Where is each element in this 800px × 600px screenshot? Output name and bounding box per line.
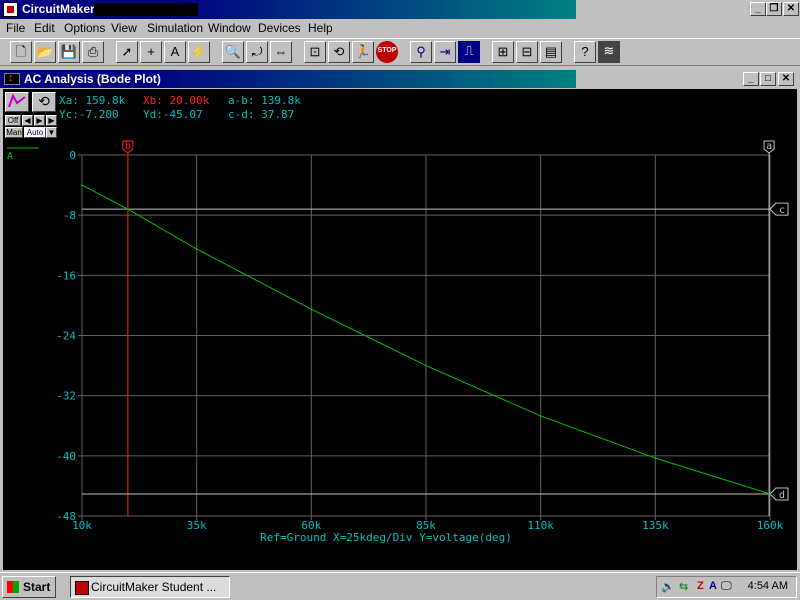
speaker-icon[interactable]: 🔊 <box>661 580 675 593</box>
x-tick-label: 160k <box>757 519 784 532</box>
logic-icon[interactable]: ▤ <box>540 41 562 63</box>
menu-edit[interactable]: Edit <box>34 21 55 35</box>
series-point <box>539 415 542 417</box>
settings-icon[interactable]: ≋ <box>598 41 620 63</box>
x-tick-label: 110k <box>527 519 554 532</box>
close-button[interactable]: ✕ <box>783 2 799 16</box>
menu-bar: File Edit Options View Simulation Window… <box>0 19 800 38</box>
stop-icon[interactable]: STOP <box>376 41 398 63</box>
legend-label-a: A <box>7 151 13 162</box>
menu-window[interactable]: Window <box>208 21 251 35</box>
y-tick-label: -32 <box>56 390 76 403</box>
child-minimize-button[interactable]: _ <box>743 72 759 86</box>
wire-icon[interactable]: + <box>140 41 162 63</box>
reset-icon[interactable]: ⟲ <box>328 41 350 63</box>
taskbar-item-circuitmaker[interactable]: CircuitMaker Student ... <box>70 576 230 598</box>
open-icon[interactable]: 📂 <box>34 41 56 63</box>
arrow-icon[interactable]: ➚ <box>116 41 138 63</box>
step-icon[interactable]: ⊡ <box>304 41 326 63</box>
circuitmaker-app-icon[interactable] <box>3 2 18 17</box>
series-point <box>127 208 129 210</box>
cursor-a-label: a <box>766 141 772 152</box>
start-button[interactable]: Start <box>2 576 56 598</box>
redacted-title-block <box>94 3 198 16</box>
app-titlebar[interactable]: CircuitMaker _ ❐ ✕ <box>0 0 800 19</box>
cursor-b-label: b <box>125 141 131 152</box>
zoom-icon[interactable]: 🔍 <box>222 41 244 63</box>
cursor-c-label: c <box>779 205 785 216</box>
x-axis-label: Ref=Ground X=25kdeg/Div Y=voltage(deg) <box>260 531 512 544</box>
series-point <box>769 493 771 495</box>
menu-help[interactable]: Help <box>308 21 333 35</box>
bode-chart[interactable]: 10k 35k 60k 85k 110k 135k 160k0-8-16-24-32-40-… <box>3 89 797 570</box>
mirror-icon[interactable]: ⇔ <box>270 41 292 63</box>
bode-plot-area[interactable]: ⟲ Off ◀ ▶ ▶ Man Auto ▼ Xa: 159.8k Xb: 20… <box>3 89 797 570</box>
app-title: CircuitMaker <box>22 2 95 16</box>
waveform-icon[interactable]: ⊞ <box>492 41 514 63</box>
print-icon[interactable]: ⎙ <box>82 41 104 63</box>
menu-view[interactable]: View <box>111 21 137 35</box>
menu-file[interactable]: File <box>6 21 25 35</box>
analog-icon[interactable]: ⎍ <box>458 41 480 63</box>
menu-devices[interactable]: Devices <box>258 21 301 35</box>
y-tick-label: -40 <box>56 450 76 463</box>
probe-icon[interactable]: ⚡ <box>188 41 210 63</box>
language-icon[interactable]: A <box>709 580 717 592</box>
system-tray: 🔊 ⇆ Z A 🖵 4:54 AM <box>656 576 797 598</box>
bode-window-title: AC Analysis (Bode Plot) <box>24 72 161 86</box>
digital-icon[interactable]: ⇥ <box>434 41 456 63</box>
run-icon[interactable]: 🏃 <box>352 41 374 63</box>
series-point <box>81 184 83 186</box>
series-point <box>195 248 198 250</box>
monitor-icon[interactable]: 🖵 <box>721 580 732 593</box>
restore-button[interactable]: ❐ <box>766 2 782 16</box>
minimize-button[interactable]: _ <box>750 2 766 16</box>
rotate-icon[interactable]: ⤾ <box>246 41 268 63</box>
series-point <box>241 272 244 274</box>
x-tick-label: 135k <box>642 519 669 532</box>
text-icon[interactable]: A <box>164 41 186 63</box>
help-icon[interactable]: ? <box>574 41 596 63</box>
y-tick-label: -8 <box>63 209 76 222</box>
save-icon[interactable]: 💾 <box>58 41 80 63</box>
series-point <box>654 457 657 459</box>
cursor-d-label: d <box>779 490 785 501</box>
y-tick-label: -16 <box>56 269 76 282</box>
y-tick-label: -24 <box>56 330 76 343</box>
series-point <box>310 308 313 310</box>
network-icon[interactable]: ⇆ <box>679 580 688 593</box>
scope-icon[interactable]: ⊟ <box>516 41 538 63</box>
main-toolbar: 🗋 📂 💾 ⎙ ➚ + A ⚡ 🔍 ⤾ ⇔ ⊡ ⟲ 🏃 STOP ⚲ ⇥ ⎍ ⊞… <box>0 38 800 66</box>
taskbar: Start CircuitMaker Student ... 🔊 ⇆ Z A 🖵… <box>0 572 800 600</box>
y-tick-label: -48 <box>56 510 76 523</box>
new-icon[interactable]: 🗋 <box>10 41 32 63</box>
menu-simulation[interactable]: Simulation <box>147 21 203 35</box>
trace-icon[interactable]: ⚲ <box>410 41 432 63</box>
child-close-button[interactable]: ✕ <box>778 72 794 86</box>
bode-plot-icon[interactable] <box>4 72 20 85</box>
clock: 4:54 AM <box>747 580 788 592</box>
bode-window-titlebar[interactable]: AC Analysis (Bode Plot) _ □ ✕ <box>0 70 800 88</box>
y-tick-label: 0 <box>69 149 76 162</box>
series-point <box>425 364 427 367</box>
zonealarm-icon[interactable]: Z <box>697 580 704 592</box>
x-tick-label: 35k <box>187 519 207 532</box>
menu-options[interactable]: Options <box>64 21 105 35</box>
child-maximize-button[interactable]: □ <box>760 72 776 86</box>
